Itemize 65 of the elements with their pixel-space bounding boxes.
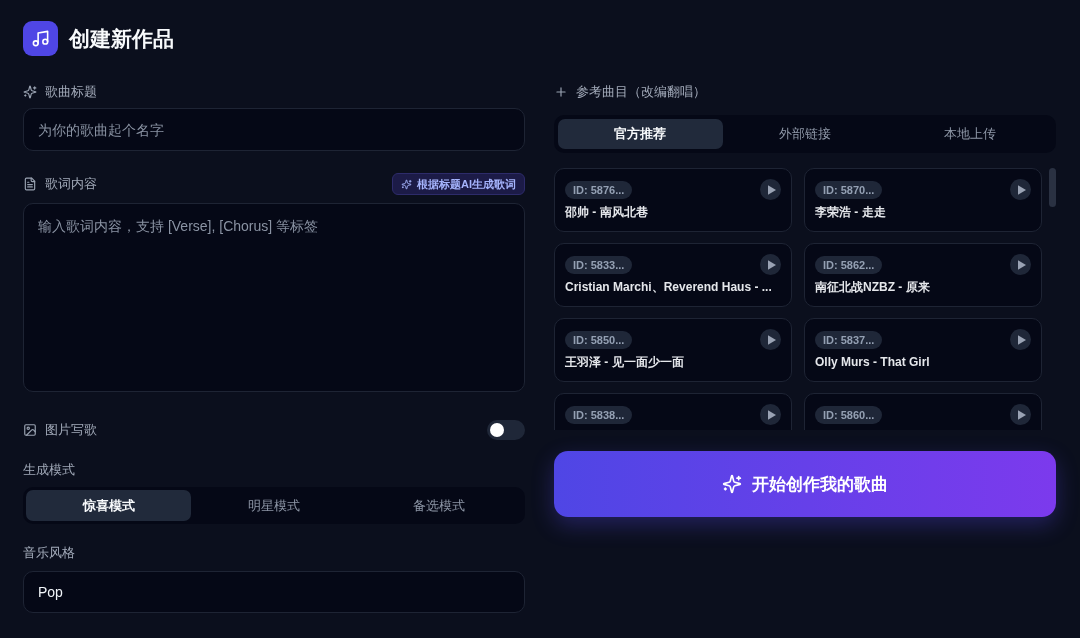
source-tab[interactable]: 官方推荐: [558, 119, 723, 149]
track-title: Olly Murs - That Girl: [815, 355, 931, 370]
plus-icon: [554, 85, 568, 99]
track-title: 王羽泽 - 见一面少一面: [565, 355, 685, 370]
lyrics-textarea[interactable]: 输入歌词内容，支持 [Verse], [Chorus] 等标签: [23, 203, 525, 392]
mode-tab[interactable]: 备选模式: [356, 490, 522, 521]
track-id-tag: ID: 5850...: [565, 330, 633, 349]
play-icon: [1017, 409, 1026, 420]
ai-lyrics-button[interactable]: 根据标题AI生成歌词: [392, 173, 525, 195]
track-card[interactable]: ID: 5838...: [554, 393, 792, 430]
track-id-tag: ID: 5838...: [565, 405, 633, 424]
field-label: 生成模式: [23, 462, 75, 478]
track-card[interactable]: ID: 5876... 邵帅 - 南风北巷: [554, 168, 792, 232]
track-card[interactable]: ID: 5862... 南征北战NZBZ - 原来: [804, 243, 1042, 307]
music-style-input[interactable]: Pop: [23, 571, 525, 613]
track-card[interactable]: ID: 5850... 王羽泽 - 见一面少一面: [554, 318, 792, 382]
field-label: 音乐风格: [23, 545, 75, 561]
play-icon: [767, 259, 776, 270]
play-button[interactable]: [1010, 329, 1031, 350]
track-title: 李荣浩 - 走走: [815, 205, 887, 220]
play-icon: [1017, 184, 1026, 195]
play-button[interactable]: [760, 254, 781, 275]
play-button[interactable]: [760, 179, 781, 200]
track-card[interactable]: ID: 5860...: [804, 393, 1042, 430]
play-icon: [767, 334, 776, 345]
field-label: 图片写歌: [45, 422, 97, 438]
track-id-tag: ID: 5833...: [565, 255, 633, 274]
toggle-switch[interactable]: [487, 420, 525, 440]
field-label: 歌词内容: [45, 176, 97, 192]
source-tab[interactable]: 外部链接: [722, 119, 888, 149]
track-card[interactable]: ID: 5870... 李荣浩 - 走走: [804, 168, 1042, 232]
track-title: 南征北战NZBZ - 原来: [815, 280, 931, 295]
track-id-tag: ID: 5860...: [815, 405, 883, 424]
track-id-tag: ID: 5862...: [815, 255, 883, 274]
play-button[interactable]: [1010, 404, 1031, 425]
track-id-tag: ID: 5870...: [815, 180, 883, 199]
sparkle-icon: [722, 474, 742, 494]
play-icon: [767, 409, 776, 420]
scrollbar-thumb[interactable]: [1049, 168, 1056, 207]
field-label: 参考曲目（改编翻唱）: [576, 84, 706, 100]
source-tab[interactable]: 本地上传: [887, 119, 1052, 149]
play-icon: [1017, 259, 1026, 270]
play-button[interactable]: [1010, 179, 1031, 200]
mode-tab[interactable]: 明星模式: [191, 490, 357, 521]
play-icon: [1017, 334, 1026, 345]
play-button[interactable]: [1010, 254, 1031, 275]
create-song-button[interactable]: 开始创作我的歌曲: [554, 451, 1056, 517]
play-button[interactable]: [760, 329, 781, 350]
document-icon: [23, 177, 37, 191]
track-title: Cristian Marchi、Reverend Haus - ...: [565, 280, 773, 295]
track-card[interactable]: ID: 5837... Olly Murs - That Girl: [804, 318, 1042, 382]
image-icon: [23, 423, 37, 437]
song-title-input[interactable]: 为你的歌曲起个名字: [23, 108, 525, 151]
mode-tab[interactable]: 惊喜模式: [26, 490, 192, 521]
sparkle-icon: [23, 85, 37, 99]
track-title: 邵帅 - 南风北巷: [565, 205, 649, 220]
track-id-tag: ID: 5837...: [815, 330, 883, 349]
sparkle-icon: [401, 178, 412, 190]
track-id-tag: ID: 5876...: [565, 180, 633, 199]
play-icon: [767, 184, 776, 195]
field-label: 歌曲标题: [45, 84, 97, 100]
page-title: 创建新作品: [69, 25, 174, 52]
play-button[interactable]: [760, 404, 781, 425]
music-note-icon: [23, 21, 58, 56]
track-card[interactable]: ID: 5833... Cristian Marchi、Reverend Haus - ...: [554, 243, 792, 307]
